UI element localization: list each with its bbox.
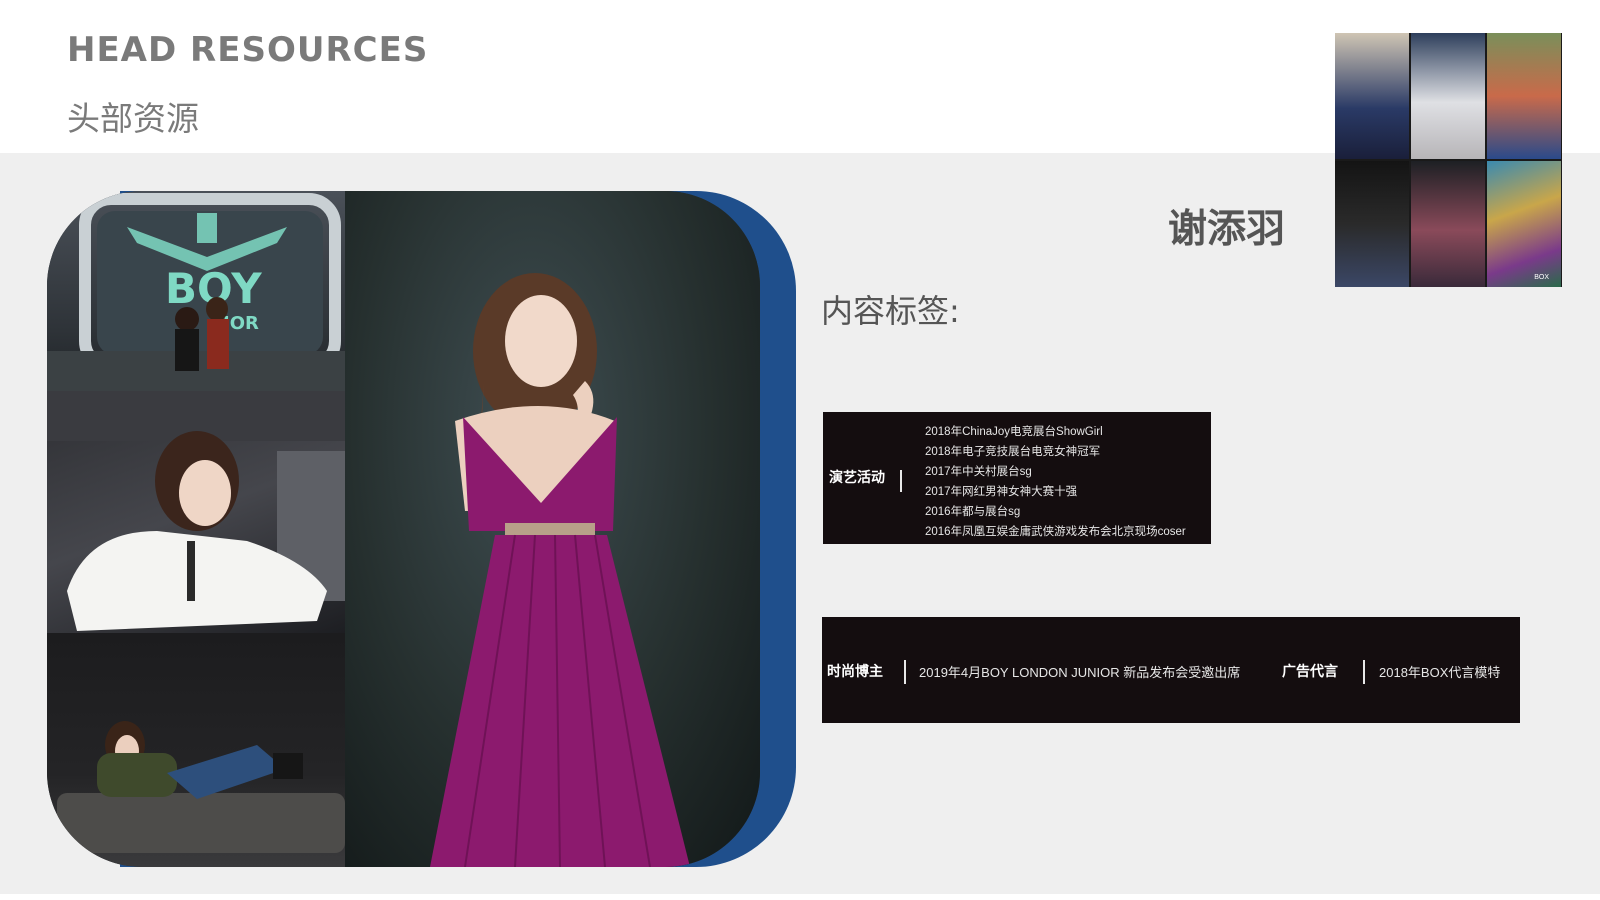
thumbnail-sitting [1411,33,1485,159]
performance-item: 2016年都与展台sg [925,506,1021,518]
jeans [167,745,285,799]
pilot-illustration [47,391,345,631]
performance-item: 2017年中关村展台sg [925,466,1032,478]
sofa-illustration [57,721,345,853]
thumbnail-stage [1411,161,1485,287]
person-body-b [207,319,229,369]
tie [187,541,195,601]
content-tags-label: 内容标签: [821,292,960,330]
model-name: 谢添羽 [1168,207,1286,252]
fashion-label: 时尚博主 [827,664,883,680]
person-head-b [206,297,228,321]
ad-text: 2018年BOX代言模特 [1379,665,1501,680]
thumbnail-track [1487,33,1561,159]
boots [273,753,303,779]
person-body-a [175,329,199,371]
fashion-panel: 时尚博主 2019年4月BOY LONDON JUNIOR 新品发布会受邀出席 … [822,617,1520,723]
pilot-photo [47,391,345,633]
face [505,295,577,387]
bottom-strip [0,894,1600,900]
performance-item: 2017年网红男神女神大赛十强 [925,486,1078,498]
stage-event-illustration: BOY IOR [47,193,345,391]
photo-collage: BOY IOR [47,191,760,867]
ad-label: 广告代言 [1282,664,1338,680]
thumbnail-dark [1335,161,1409,287]
page-title-en: HEAD RESOURCES [67,30,429,70]
ad-divider [1363,660,1365,684]
person-head-a [175,307,199,331]
thumbnail-market: BOX [1487,161,1561,287]
portrait-illustration [430,273,690,867]
thumbnail-grid: BOX [1335,33,1562,287]
thumbnail-police [1335,33,1409,159]
stage-event-photo: BOY IOR [47,191,345,391]
fashion-divider [904,660,906,684]
performance-item: 2018年ChinaJoy电竞展台ShowGirl [925,426,1103,438]
performance-divider [900,470,902,492]
green-jacket [97,753,177,797]
face [179,460,231,526]
sofa-photo [47,633,345,867]
page-title-zh: 头部资源 [67,99,199,138]
fashion-text: 2019年4月BOY LONDON JUNIOR 新品发布会受邀出席 [919,665,1241,680]
performance-label: 演艺活动 [829,470,885,486]
performance-panel: 演艺活动 2018年ChinaJoy电竞展台ShowGirl 2018年电子竞技… [823,412,1211,544]
belt [505,523,595,535]
portrait-photo [345,191,760,867]
sofa [57,793,345,853]
thumbnail-caption: BOX [1534,274,1549,281]
eagle-head [197,213,217,243]
performance-item: 2016年凤凰互娱金庸武侠游戏发布会北京现场coser [925,526,1186,538]
performance-item: 2018年电子竞技展台电竞女神冠军 [925,446,1101,458]
